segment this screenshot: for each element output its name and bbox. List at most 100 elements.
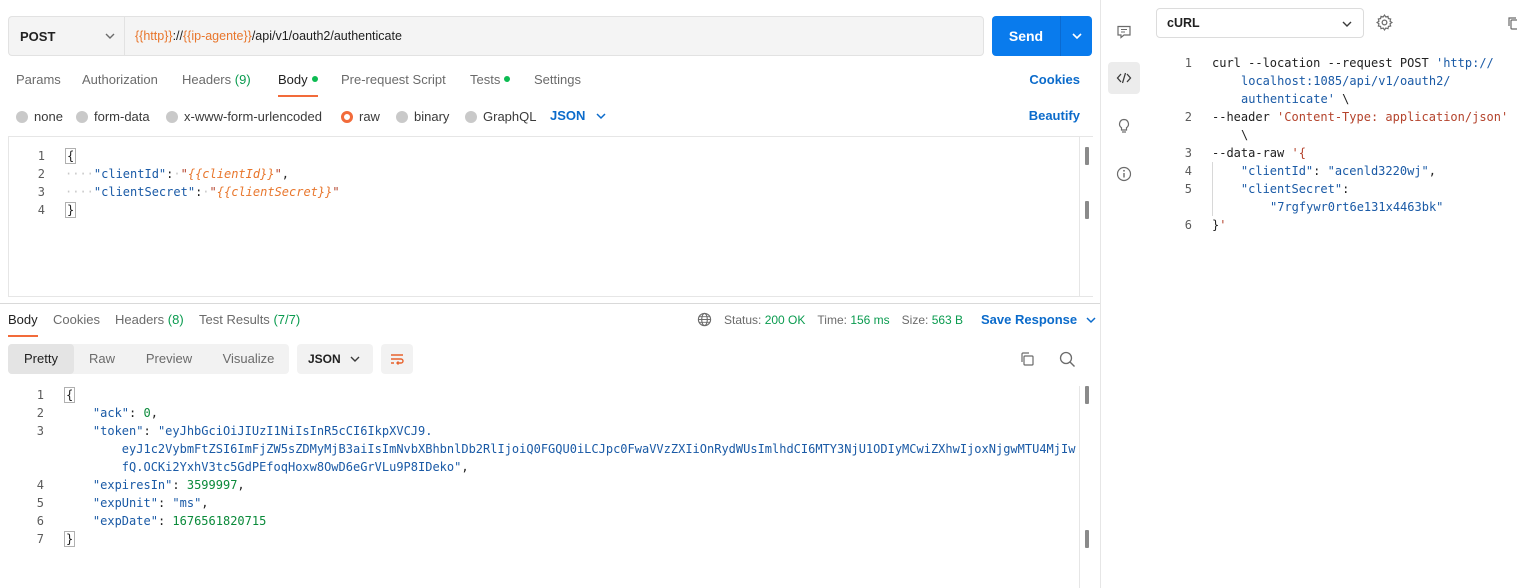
- line-number: 4: [37, 203, 45, 217]
- line-number: 1: [37, 149, 45, 163]
- whitespace-marker: ·: [202, 185, 210, 199]
- radio-urlencoded[interactable]: x-www-form-urlencoded: [166, 109, 322, 124]
- related-collections-button[interactable]: [1108, 110, 1140, 142]
- radio-circle: [166, 110, 178, 123]
- template-variable: {{clientId}}: [187, 167, 275, 181]
- code-icon: [1116, 72, 1132, 84]
- template-variable: {{clientSecret}}: [216, 185, 333, 199]
- gear-icon[interactable]: [1376, 14, 1393, 31]
- cookies-link[interactable]: Cookies: [1029, 72, 1080, 87]
- whitespace-marker: ·: [173, 167, 181, 181]
- chevron-down-icon: [1086, 316, 1096, 323]
- status-value[interactable]: 200 OK: [765, 313, 806, 327]
- code-content: ····"clientSecret":·"{{clientSecret}}": [65, 185, 340, 199]
- scrollbar-marker[interactable]: [1085, 386, 1089, 404]
- line-number: 5: [1184, 182, 1192, 196]
- code-content: "ack": 0,: [92, 406, 158, 420]
- code-snippet-button[interactable]: [1108, 62, 1140, 94]
- method-select[interactable]: POST: [8, 16, 124, 56]
- info-icon: [1116, 166, 1132, 182]
- radio-binary-label: binary: [414, 109, 450, 124]
- line-number: 6: [36, 514, 44, 528]
- pane-splitter[interactable]: [0, 303, 1100, 304]
- line-number: 7: [36, 532, 44, 546]
- request-body-editor[interactable]: 1{ 2 ····"clientId":·"{{clientId}}", 3 ···…: [8, 136, 1093, 297]
- json-string: "{{clientSecret}}": [209, 185, 340, 199]
- response-view-tabs: Pretty Raw Preview Visualize: [8, 344, 289, 374]
- url-scheme-sep: ://: [172, 29, 183, 43]
- comment-icon: [1117, 25, 1131, 39]
- open-brace: {: [64, 387, 76, 403]
- copy-icon[interactable]: [1019, 351, 1035, 367]
- save-response-button[interactable]: Save Response: [981, 312, 1097, 327]
- radio-raw-label: raw: [359, 109, 380, 124]
- search-icon[interactable]: [1059, 351, 1076, 368]
- line-number: 3: [1184, 146, 1192, 160]
- code-content: "expiresIn": 3599997,: [92, 478, 245, 492]
- tab-settings[interactable]: Settings: [534, 72, 581, 87]
- line-number: 3: [37, 185, 45, 199]
- tab-prerequest-script[interactable]: Pre-request Script: [341, 72, 446, 87]
- tab-body[interactable]: Body: [278, 72, 318, 97]
- tab-tests[interactable]: Tests: [470, 72, 511, 87]
- view-preview[interactable]: Preview: [130, 344, 208, 374]
- info-button[interactable]: [1108, 158, 1140, 190]
- radio-graphql[interactable]: GraphQL: [465, 109, 536, 124]
- size-value[interactable]: 563 B: [932, 313, 963, 327]
- tab-authorization[interactable]: Authorization: [82, 72, 158, 87]
- response-body-viewer[interactable]: 1 { 2 "ack": 0, 3 "token": "eyJhbGciOiJIU…: [8, 386, 1093, 588]
- res-headers-count: (8): [167, 312, 184, 327]
- radio-circle: [76, 110, 88, 123]
- chevron-down-icon: [1071, 33, 1082, 40]
- time-value[interactable]: 156 ms: [850, 313, 889, 327]
- line-number: 4: [36, 478, 44, 492]
- code-content: --data-raw '{: [1212, 144, 1306, 162]
- line-number: 2: [1184, 110, 1192, 124]
- close-brace: }: [64, 531, 76, 547]
- indent-guide: ····: [65, 185, 94, 199]
- copy-snippet-icon[interactable]: [1507, 16, 1517, 32]
- tab-headers[interactable]: Headers (9): [182, 72, 251, 87]
- json-key: "expDate": [92, 514, 158, 528]
- view-visualize[interactable]: Visualize: [208, 344, 289, 374]
- res-tab-body[interactable]: Body: [8, 312, 38, 337]
- code-content: localhost:1085/api/v1/oauth2/: [1241, 72, 1451, 90]
- response-format-dropdown[interactable]: JSON: [297, 344, 373, 374]
- send-options-button[interactable]: [1061, 30, 1092, 42]
- tab-params[interactable]: Params: [16, 72, 61, 87]
- body-language-dropdown[interactable]: JSON: [550, 108, 607, 123]
- snippet-string: '{: [1291, 146, 1306, 160]
- res-tests-count: (7/7): [273, 312, 301, 327]
- line-number: 1: [1184, 56, 1192, 70]
- view-pretty[interactable]: Pretty: [8, 344, 74, 374]
- send-label: Send: [1008, 28, 1044, 44]
- radio-none-label: none: [34, 109, 63, 124]
- json-key: "expiresIn": [92, 478, 173, 492]
- res-tab-test-results[interactable]: Test Results (7/7): [199, 312, 300, 327]
- view-raw[interactable]: Raw: [74, 344, 130, 374]
- wrap-lines-button[interactable]: [381, 344, 413, 374]
- res-tab-headers[interactable]: Headers (8): [115, 312, 184, 327]
- res-tab-headers-label: Headers: [115, 312, 165, 327]
- radio-circle: [396, 110, 408, 123]
- comments-button[interactable]: [1108, 16, 1140, 48]
- scrollbar-marker[interactable]: [1085, 530, 1089, 548]
- beautify-button[interactable]: Beautify: [1029, 108, 1080, 123]
- indent-guide: ····: [65, 167, 94, 181]
- url-input[interactable]: {{http}}://{{ip-agente}}/api/v1/oauth2/a…: [124, 16, 984, 56]
- snippet-language-label: cURL: [1167, 16, 1200, 30]
- send-button[interactable]: Send: [992, 16, 1092, 56]
- json-string: "ms": [172, 496, 202, 510]
- radio-raw[interactable]: raw: [341, 109, 380, 124]
- radio-none[interactable]: none: [16, 109, 63, 124]
- radio-binary[interactable]: binary: [396, 109, 449, 124]
- globe-icon[interactable]: [697, 312, 712, 327]
- code-content: authenticate' \: [1241, 90, 1349, 108]
- scrollbar-marker[interactable]: [1085, 201, 1089, 219]
- scrollbar-marker[interactable]: [1085, 147, 1089, 165]
- snippet-key: "clientId": [1240, 164, 1314, 178]
- radio-form-data[interactable]: form-data: [76, 109, 150, 124]
- snippet-language-dropdown[interactable]: cURL: [1156, 8, 1364, 38]
- code-content: ····"clientId":·"{{clientId}}",: [65, 167, 290, 181]
- res-tab-cookies[interactable]: Cookies: [53, 312, 100, 327]
